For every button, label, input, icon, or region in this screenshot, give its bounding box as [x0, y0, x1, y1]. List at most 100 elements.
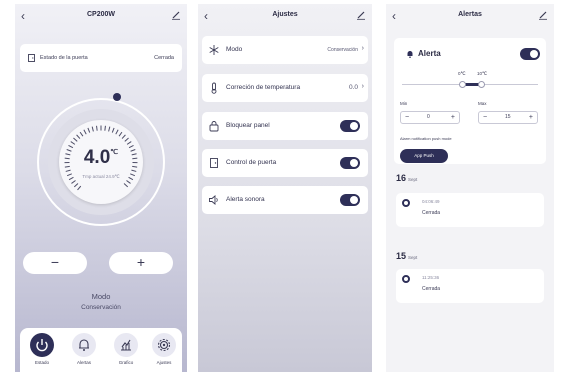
door-status-label: Estado de la puerta — [40, 55, 88, 61]
dial-tick-mark — [131, 169, 137, 172]
dial-knob[interactable] — [113, 93, 121, 101]
settings-row-door-control: Control de puerta — [202, 149, 368, 177]
event-day: 15 — [396, 251, 407, 261]
dial-tick-mark — [115, 129, 119, 135]
event-day-heading: 15 Sept — [396, 251, 417, 261]
tab-label: Estado — [34, 360, 49, 365]
event-status: Cerrada — [422, 286, 441, 292]
speaker-icon — [209, 195, 218, 205]
settings-row-value: Conservación — [327, 47, 358, 53]
event-time: 11:25:36 — [422, 275, 440, 280]
dial-tick-mark — [79, 131, 84, 137]
event-month: Sept — [408, 255, 418, 260]
max-value[interactable]: 15 — [505, 112, 511, 123]
dial-tick-mark — [76, 134, 81, 139]
dial-tick-mark — [126, 180, 131, 184]
settings-row-temp-correction[interactable]: Correción de temperatura 0.0 › — [202, 74, 368, 102]
thermometer-icon — [211, 82, 217, 94]
dial-tick-mark — [83, 129, 87, 135]
ajustes-screen: ‹ Ajustes Modo Conservación › Correción … — [198, 4, 372, 372]
dial-tick-mark — [71, 180, 76, 184]
lock-icon — [209, 121, 219, 132]
dial-tick-mark — [121, 134, 126, 139]
min-increase-button[interactable]: + — [451, 112, 455, 123]
dial-tick-mark — [73, 183, 79, 188]
alert-event-item[interactable]: 11:25:36 Cerrada — [396, 269, 544, 303]
range-handle-high[interactable] — [478, 81, 485, 88]
dial-tick-mark — [77, 185, 82, 191]
settings-row-sound-alert: Alerta sonora — [202, 186, 368, 214]
door-icon — [210, 158, 218, 168]
actual-temperature: Tmp actual 24.9℃ — [82, 174, 120, 179]
gear-icon — [152, 333, 176, 357]
dial-tick-mark — [96, 125, 98, 131]
settings-row-lock-panel: Bloquear panel — [202, 112, 368, 140]
alert-toggle[interactable] — [520, 48, 540, 60]
alertas-header: ‹ Alertas — [386, 4, 554, 28]
edit-pencil-icon[interactable] — [356, 10, 366, 20]
increase-temp-button[interactable]: + — [109, 252, 173, 274]
push-mode-label: Alarm notification push mode — [400, 136, 452, 141]
settings-row-label: Bloquear panel — [226, 122, 270, 129]
ajustes-header: ‹ Ajustes — [198, 4, 372, 28]
dial-tick-mark — [70, 141, 76, 145]
mode-value: Conservación — [81, 304, 121, 311]
event-day-heading: 16 Sept — [396, 173, 417, 183]
temperature-unit: ℃ — [110, 149, 119, 156]
tab-estado[interactable]: Estado — [24, 333, 60, 365]
range-handle-low[interactable] — [459, 81, 466, 88]
door-control-toggle[interactable] — [340, 157, 360, 169]
dial-tick-mark — [87, 127, 91, 133]
dial-tick-mark — [126, 141, 132, 145]
tab-label: Ajustes — [156, 360, 172, 365]
max-increase-button[interactable]: + — [529, 112, 533, 123]
estado-screen: ‹ CP200W Estado de la puerta Cerrada 4.0… — [15, 4, 187, 372]
door-status-card[interactable]: Estado de la puerta Cerrada — [20, 44, 182, 72]
edit-pencil-icon[interactable] — [538, 10, 548, 20]
min-value[interactable]: 0 — [427, 112, 430, 123]
tab-grafico[interactable]: Grafico — [108, 333, 144, 365]
tab-ajustes[interactable]: Ajustes — [146, 333, 182, 365]
max-stepper: − 15 + — [478, 111, 538, 124]
bell-icon — [407, 51, 413, 58]
estado-header: ‹ CP200W — [15, 4, 187, 28]
app-push-button[interactable]: App Push — [400, 149, 448, 163]
max-decrease-button[interactable]: − — [483, 112, 487, 123]
min-decrease-button[interactable]: − — [405, 112, 409, 123]
event-month: Sept — [408, 177, 418, 182]
event-day: 16 — [396, 173, 407, 183]
alertas-title: Alertas — [458, 11, 482, 18]
edit-pencil-icon[interactable] — [171, 10, 181, 20]
sound-alert-toggle[interactable] — [340, 194, 360, 206]
decrease-temp-button[interactable]: − — [23, 252, 87, 274]
snowflake-icon — [209, 45, 219, 55]
tab-alertas[interactable]: Alertas — [66, 333, 102, 365]
chevron-right-icon: › — [361, 45, 364, 52]
max-label: Max — [478, 101, 487, 106]
dial-tick-mark — [73, 137, 78, 142]
settings-row-label: Control de puerta — [226, 159, 277, 166]
range-low-label: 0℃ — [458, 71, 466, 76]
min-label: Min — [400, 101, 408, 106]
timeline-dot-icon — [402, 199, 410, 207]
dial-tick-mark — [118, 131, 123, 137]
event-time: 04:06:49 — [422, 199, 440, 204]
alertas-screen: ‹ Alertas Alerta 0℃ 10℃ Min Max − 0 + − … — [386, 4, 554, 372]
power-icon — [30, 333, 54, 357]
bell-icon — [72, 333, 96, 357]
set-temperature: 4.0℃ — [59, 147, 143, 169]
alert-event-item[interactable]: 04:06:49 Cerrada — [396, 193, 544, 227]
settings-row-label: Correción de temperatura — [226, 84, 301, 91]
timeline-dot-icon — [402, 275, 410, 283]
tab-label: Grafico — [118, 360, 134, 365]
dial-tick-mark — [124, 137, 129, 142]
lock-panel-toggle[interactable] — [340, 120, 360, 132]
event-status: Cerrada — [422, 210, 441, 216]
dial-tick-mark — [100, 125, 102, 131]
settings-row-modo[interactable]: Modo Conservación › — [202, 36, 368, 64]
chart-icon — [114, 333, 138, 357]
settings-row-label: Modo — [226, 46, 243, 53]
min-stepper: − 0 + — [400, 111, 460, 124]
tab-label: Alertas — [76, 360, 91, 365]
range-high-label: 10℃ — [477, 71, 488, 76]
